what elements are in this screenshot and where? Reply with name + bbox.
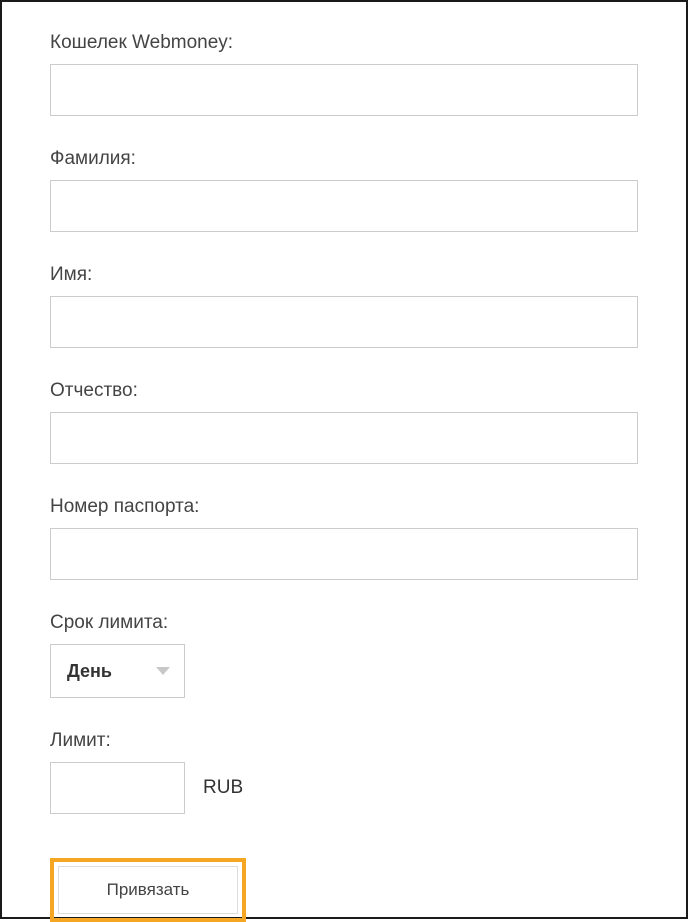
limit-label: Лимит: — [50, 730, 638, 752]
name-label: Имя: — [50, 264, 638, 286]
webmoney-binding-form: Кошелек Webmoney: Фамилия: Имя: Отчество… — [50, 32, 638, 922]
limit-input[interactable] — [50, 762, 185, 814]
wallet-group: Кошелек Webmoney: — [50, 32, 638, 116]
limit-period-select[interactable]: День — [50, 644, 185, 698]
passport-label: Номер паспорта: — [50, 496, 638, 518]
surname-label: Фамилия: — [50, 148, 638, 170]
submit-button[interactable]: Привязать — [58, 866, 238, 914]
surname-input[interactable] — [50, 180, 638, 232]
wallet-input[interactable] — [50, 64, 638, 116]
passport-input[interactable] — [50, 528, 638, 580]
patronymic-group: Отчество: — [50, 380, 638, 464]
patronymic-input[interactable] — [50, 412, 638, 464]
limit-group: Лимит: RUB — [50, 730, 638, 814]
limit-row: RUB — [50, 762, 638, 814]
chevron-down-icon — [156, 667, 170, 675]
surname-group: Фамилия: — [50, 148, 638, 232]
patronymic-label: Отчество: — [50, 380, 638, 402]
currency-label: RUB — [203, 777, 243, 799]
name-input[interactable] — [50, 296, 638, 348]
wallet-label: Кошелек Webmoney: — [50, 32, 638, 54]
name-group: Имя: — [50, 264, 638, 348]
passport-group: Номер паспорта: — [50, 496, 638, 580]
submit-highlight: Привязать — [50, 858, 246, 922]
limit-period-group: Срок лимита: День — [50, 612, 638, 698]
limit-period-label: Срок лимита: — [50, 612, 638, 634]
